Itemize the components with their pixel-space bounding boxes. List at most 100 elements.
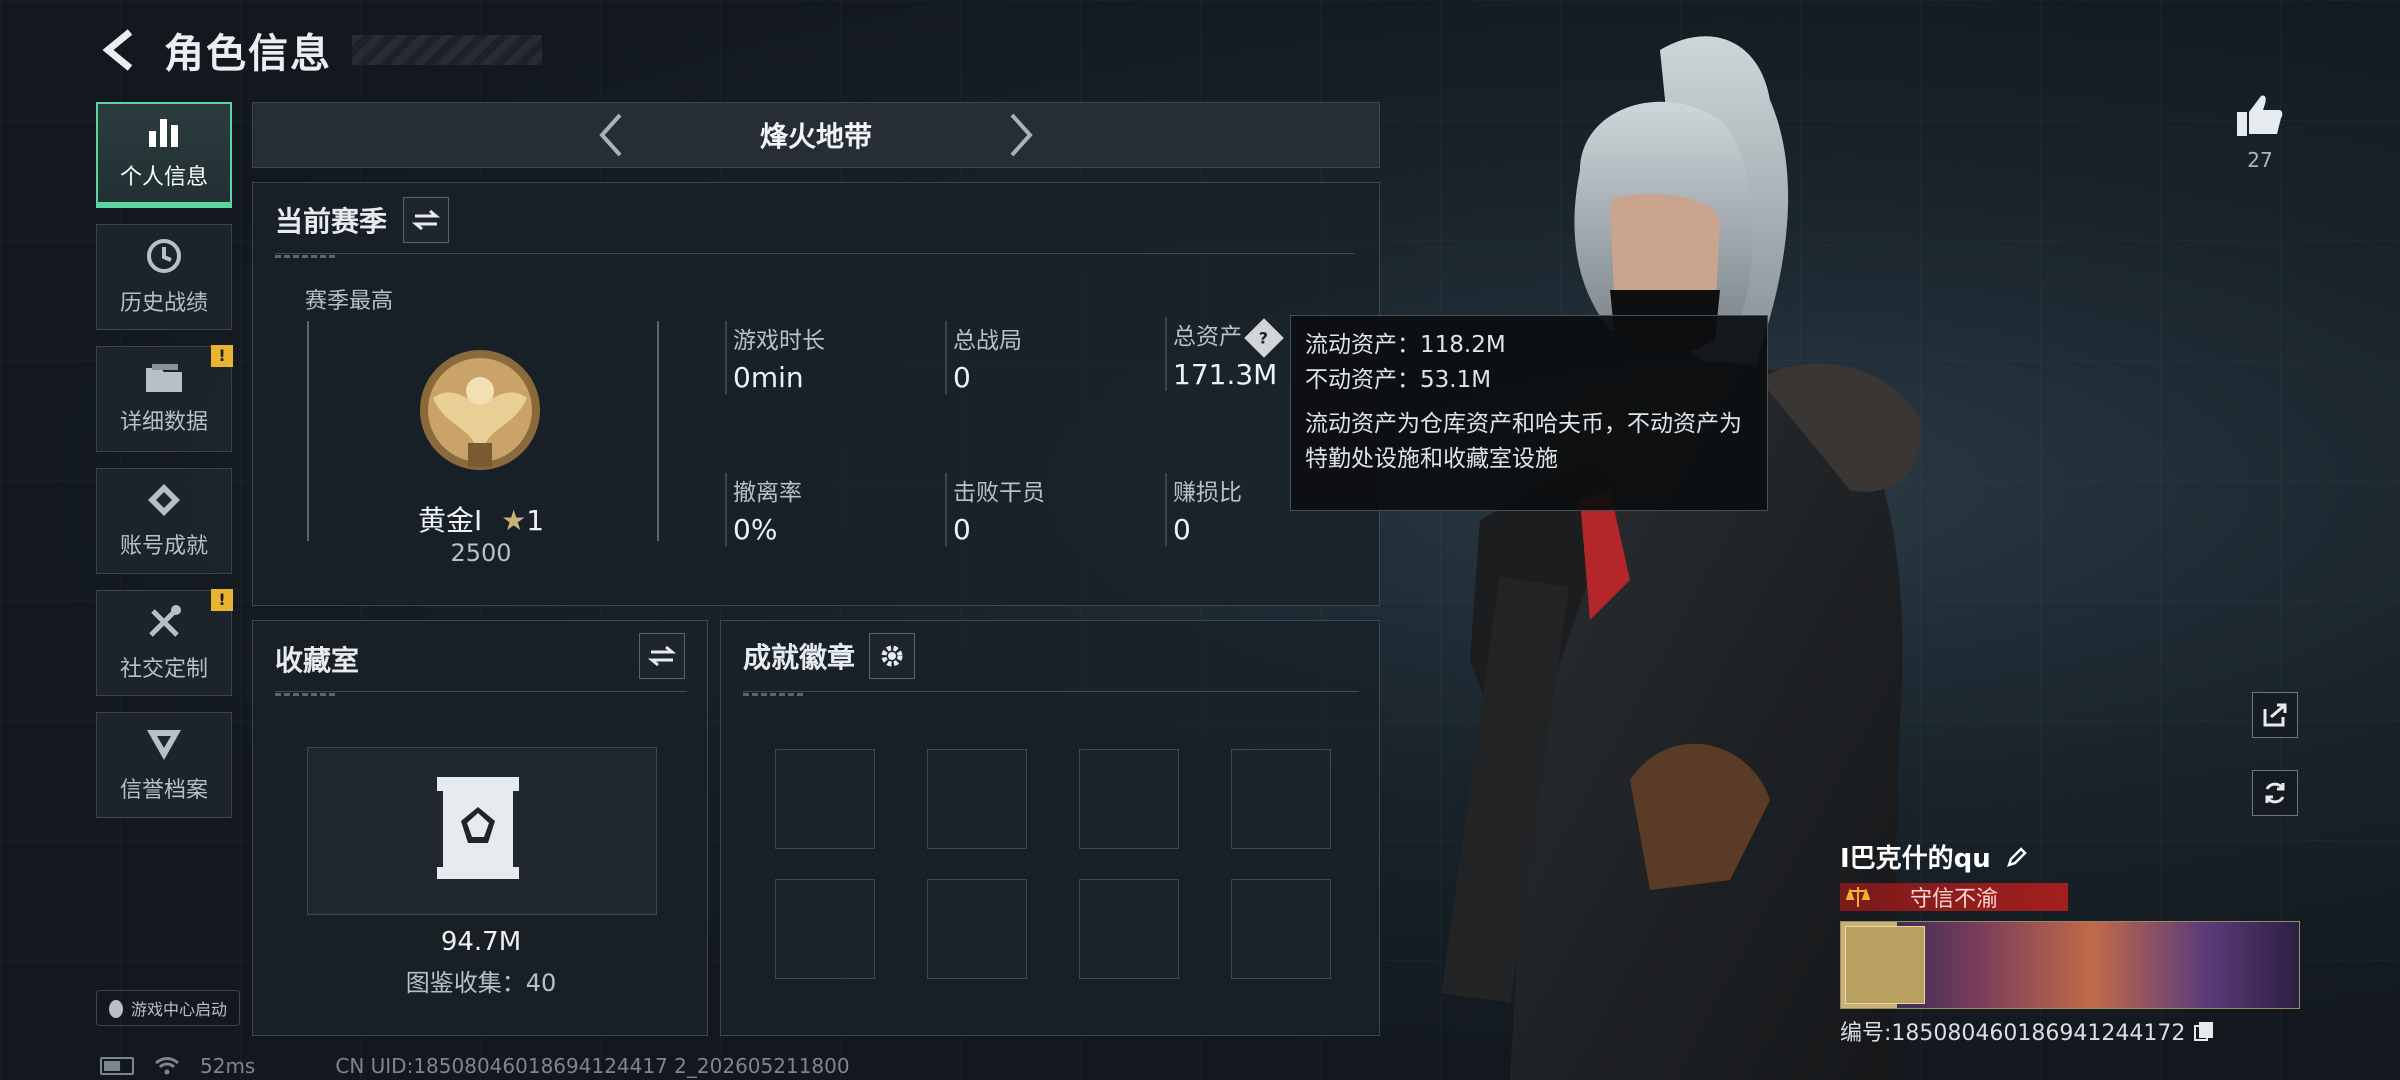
season-best-label: 赛季最高 bbox=[305, 289, 394, 314]
mode-selector: 烽火地带 bbox=[252, 102, 1380, 168]
rank-score: 2500 bbox=[450, 539, 512, 567]
stat-total-assets: 总资产? 171.3M bbox=[1165, 317, 1284, 391]
ping-text: 52ms bbox=[200, 1054, 256, 1078]
gold-rank-emblem bbox=[420, 350, 540, 470]
rank-stars: 1 bbox=[526, 504, 545, 537]
bar-chart-icon bbox=[149, 119, 178, 147]
refresh-icon bbox=[2265, 782, 2285, 804]
current-season-title: 当前赛季 bbox=[275, 205, 388, 238]
page-title: 角色信息 bbox=[164, 31, 332, 77]
sidebar-item-credit-record[interactable]: 信誉档案 bbox=[96, 712, 232, 818]
prev-mode-button[interactable] bbox=[591, 110, 631, 160]
like-button[interactable]: 27 bbox=[2230, 92, 2290, 172]
title-decoration bbox=[352, 35, 542, 65]
badge-slot[interactable] bbox=[1231, 879, 1331, 979]
stat-extraction-rate: 撤离率 0% bbox=[725, 473, 802, 546]
assets-tooltip: 流动资产：118.2M 不动资产：53.1M 流动资产为仓库资产和哈夫币，不动资… bbox=[1290, 315, 1768, 511]
sidebar-item-social-custom[interactable]: ! 社交定制 bbox=[96, 589, 233, 696]
player-name: I巴克什的qu bbox=[1840, 844, 1991, 874]
collection-switch-button[interactable] bbox=[639, 633, 685, 679]
assets-description: 流动资产为仓库资产和哈夫币，不动资产为特勤处设施和收藏室设施 bbox=[1305, 411, 1742, 472]
help-icon[interactable]: ? bbox=[1244, 317, 1284, 358]
badge-slot[interactable] bbox=[1079, 749, 1179, 849]
sidebar-item-achievements[interactable]: 账号成就 bbox=[96, 468, 232, 574]
collection-count: 图鉴收集：40 bbox=[405, 969, 557, 997]
mode-name: 烽火地带 bbox=[759, 120, 872, 153]
status-bar: 52ms CN UID:18508046018694124417 2_20260… bbox=[100, 1054, 850, 1078]
sidebar-item-detailed-data[interactable]: ! 详细数据 bbox=[96, 345, 233, 452]
achievements-title: 成就徽章 bbox=[743, 641, 856, 674]
badge-slot[interactable] bbox=[927, 749, 1027, 849]
badge-slot[interactable] bbox=[775, 749, 875, 849]
chevron-right-icon bbox=[1010, 113, 1033, 157]
badge-slot[interactable] bbox=[1079, 879, 1179, 979]
badge-slot[interactable] bbox=[927, 879, 1027, 979]
penguin-icon bbox=[109, 1000, 123, 1018]
scale-icon bbox=[1846, 887, 1870, 907]
sidebar: 个人信息 历史战绩 ! 详细数据 账号成就 ! 社交定制 信誉档案 bbox=[96, 102, 234, 834]
player-banner[interactable] bbox=[1840, 921, 2300, 1009]
section-divider bbox=[275, 253, 1355, 258]
game-center-label: 游戏中心启动 bbox=[131, 1000, 228, 1019]
tools-icon bbox=[149, 605, 181, 637]
refresh-button[interactable] bbox=[2252, 770, 2298, 816]
stat-profit-loss-ratio: 赚损比 0 bbox=[1165, 473, 1242, 546]
liquid-assets-text: 流动资产：118.2M bbox=[1305, 332, 1506, 358]
stat-play-time: 游戏时长 0min bbox=[725, 321, 825, 394]
collection-panel: 收藏室 94.7M 图鉴收集：40 bbox=[252, 620, 708, 1036]
sidebar-item-label: 账号成就 bbox=[119, 534, 208, 559]
back-button[interactable] bbox=[96, 26, 144, 74]
edit-icon[interactable] bbox=[2005, 845, 2029, 869]
page-header: 角色信息 bbox=[96, 20, 542, 80]
collection-title: 收藏室 bbox=[275, 644, 360, 677]
season-switch-button[interactable] bbox=[403, 197, 450, 243]
share-icon bbox=[2263, 703, 2287, 727]
fixed-assets-text: 不动资产：53.1M bbox=[1305, 366, 1492, 393]
sidebar-item-personal-info[interactable]: 个人信息 bbox=[96, 102, 232, 208]
achievements-panel: 成就徽章 bbox=[720, 620, 1380, 1036]
rank-name-row: 黄金I ★1 bbox=[253, 499, 709, 539]
swap-icon bbox=[412, 209, 441, 231]
badge-slot[interactable] bbox=[1231, 749, 1331, 849]
copy-icon[interactable] bbox=[2193, 1020, 2215, 1042]
sidebar-item-label: 信誉档案 bbox=[119, 778, 208, 803]
warning-badge: ! bbox=[211, 345, 233, 367]
clock-icon bbox=[147, 239, 181, 273]
avatar bbox=[1845, 926, 1925, 1004]
back-arrow-icon bbox=[102, 29, 133, 71]
player-title-badge: 守信不渝 bbox=[1840, 883, 2068, 912]
game-center-button[interactable]: 游戏中心启动 bbox=[96, 990, 240, 1026]
gear-icon bbox=[881, 645, 903, 667]
section-divider bbox=[743, 691, 1359, 696]
sidebar-item-label: 详细数据 bbox=[119, 410, 208, 435]
display-case-icon bbox=[437, 777, 519, 879]
achievements-settings-button[interactable] bbox=[869, 633, 916, 679]
player-card: I巴克什的qu 守信不渝 编号:18508046018694124417​2 bbox=[1840, 838, 2300, 1047]
uid-text: CN UID:18508046018694124417 2_2026052118… bbox=[335, 1054, 850, 1078]
section-divider bbox=[275, 691, 687, 696]
warning-badge: ! bbox=[211, 589, 233, 611]
stat-operators-defeated: 击败干员 0 bbox=[945, 473, 1045, 546]
chevron-left-icon bbox=[599, 113, 622, 157]
like-count: 27 bbox=[2247, 148, 2273, 172]
current-season-panel: 当前赛季 赛季最高 黄金I ★1 2500 游戏时长 0min 总战局 0 总资… bbox=[252, 182, 1380, 606]
share-button[interactable] bbox=[2252, 692, 2298, 738]
rank-name: 黄金I bbox=[417, 504, 483, 537]
sidebar-item-match-history[interactable]: 历史战绩 bbox=[96, 224, 232, 330]
player-id: 编号:18508046018694124417​2 bbox=[1840, 1021, 2186, 1046]
thumbs-up-icon bbox=[2237, 95, 2283, 136]
medal-icon bbox=[148, 484, 180, 516]
badge-slot[interactable] bbox=[775, 879, 875, 979]
sidebar-item-label: 个人信息 bbox=[119, 165, 208, 190]
battery-icon bbox=[100, 1057, 134, 1075]
folder-icon bbox=[146, 364, 182, 392]
swap-icon bbox=[648, 645, 676, 667]
star-icon: ★ bbox=[501, 504, 527, 537]
stat-total-matches: 总战局 0 bbox=[945, 321, 1022, 394]
next-mode-button[interactable] bbox=[1001, 110, 1041, 160]
sidebar-item-label: 历史战绩 bbox=[119, 291, 208, 316]
shield-icon bbox=[147, 730, 181, 760]
sidebar-item-label: 社交定制 bbox=[119, 657, 208, 682]
wifi-icon bbox=[155, 1057, 179, 1075]
collection-value: 94.7M bbox=[440, 927, 522, 957]
